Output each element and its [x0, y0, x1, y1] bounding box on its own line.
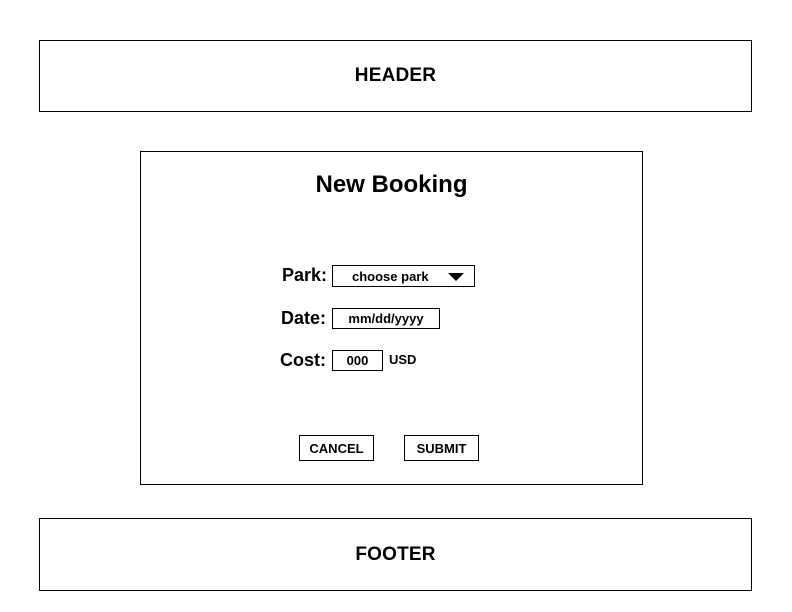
page-header: HEADER [39, 40, 752, 112]
dropdown-triangle-icon [448, 273, 464, 281]
cost-unit: USD [389, 352, 417, 367]
date-input-value: mm/dd/yyyy [348, 311, 424, 326]
cost-input[interactable]: 000 [332, 350, 383, 371]
cancel-button[interactable]: CANCEL [299, 435, 374, 461]
footer-title: FOOTER [355, 543, 436, 565]
form-title: New Booking [315, 171, 468, 198]
page-footer: FOOTER [39, 518, 752, 591]
park-select-value: choose park [352, 268, 429, 284]
new-booking-form: New Booking Park: choose park Date: mm/d… [140, 151, 643, 485]
date-label: Date: [280, 308, 326, 328]
submit-button[interactable]: SUBMIT [404, 435, 479, 461]
cost-label: Cost: [280, 350, 326, 370]
park-label: Park: [281, 265, 327, 285]
park-select[interactable]: choose park [332, 265, 475, 287]
date-input[interactable]: mm/dd/yyyy [332, 308, 440, 329]
cost-input-value: 000 [346, 353, 369, 368]
header-title: HEADER [354, 65, 437, 86]
